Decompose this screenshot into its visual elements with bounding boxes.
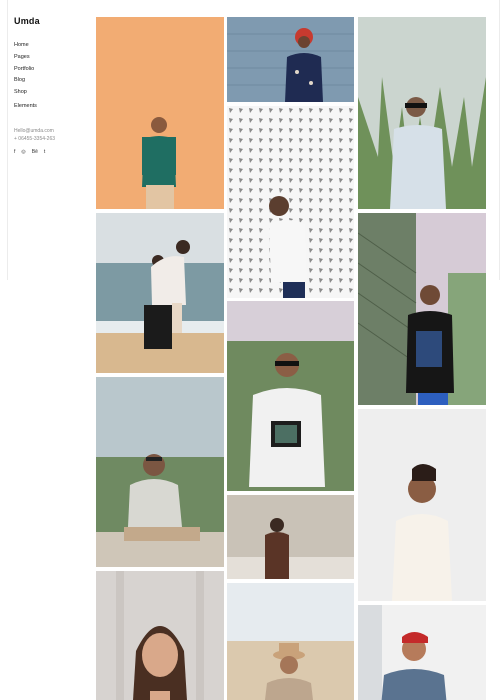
gallery-photo-man-striped-sweater[interactable] [96, 377, 224, 567]
sidebar-edge-line [7, 0, 8, 280]
photo-image [227, 583, 354, 700]
menu-item-pages[interactable]: Pages [14, 52, 92, 64]
photo-image [358, 17, 486, 209]
menu-item-elements[interactable]: Elements [14, 101, 92, 113]
gallery-photo-man-tall-grass[interactable] [358, 17, 486, 209]
menu-item-shop[interactable]: Shop [14, 87, 92, 99]
menu-item-blog[interactable]: Blog [14, 75, 92, 87]
menu-item-home[interactable]: Home [14, 40, 92, 52]
photo-image [227, 17, 354, 102]
gallery-photo-man-green-polo[interactable] [96, 17, 224, 209]
contact-email[interactable]: Hello@umda.com [14, 127, 92, 135]
contact-phone: + 06455-3354-263 [14, 135, 56, 142]
photo-image [96, 17, 224, 209]
gallery-photo-woman-red-hair[interactable] [227, 17, 354, 102]
photo-image [96, 213, 224, 373]
logo[interactable]: Umda [14, 16, 92, 26]
sidebar: Umda Home Pages Portfolio Blog Shop Elem… [0, 0, 92, 700]
main-menu: Home Pages Portfolio Blog Shop Elements [14, 40, 92, 113]
photo-image [96, 571, 224, 700]
photo-image [358, 213, 486, 405]
instagram-icon[interactable]: ◎ [21, 149, 25, 155]
photo-image [227, 106, 354, 298]
photo-image [358, 409, 486, 601]
photo-image [227, 301, 354, 491]
photo-image [227, 495, 354, 579]
gallery-photo-man-hat-desert[interactable] [227, 583, 354, 700]
gallery-photo-man-red-cap[interactable] [358, 605, 486, 700]
gallery-photo-man-graphic-tee[interactable] [227, 301, 354, 491]
gallery-photo-woman-brown-top[interactable] [227, 495, 354, 579]
gallery-photo-man-white-sweater[interactable] [358, 409, 486, 601]
photo-image [358, 605, 486, 700]
portfolio-gallery [96, 17, 486, 700]
page: Umda Home Pages Portfolio Blog Shop Elem… [0, 0, 500, 700]
twitter-icon[interactable]: t [44, 149, 45, 155]
menu-item-portfolio[interactable]: Portfolio [14, 64, 92, 76]
facebook-icon[interactable]: f [14, 149, 15, 155]
behance-icon[interactable]: Bē [32, 149, 38, 155]
gallery-photo-man-pattern-wall[interactable] [227, 106, 354, 298]
gallery-photo-man-black-tee[interactable] [358, 213, 486, 405]
social-links: f ◎ Bē t [14, 149, 92, 155]
photo-image [96, 377, 224, 567]
gallery-photo-woman-long-hair[interactable] [96, 571, 224, 700]
contact-info: Hello@umda.com + 06455-3354-263 [14, 127, 92, 143]
gallery-photo-couple-beach[interactable] [96, 213, 224, 373]
